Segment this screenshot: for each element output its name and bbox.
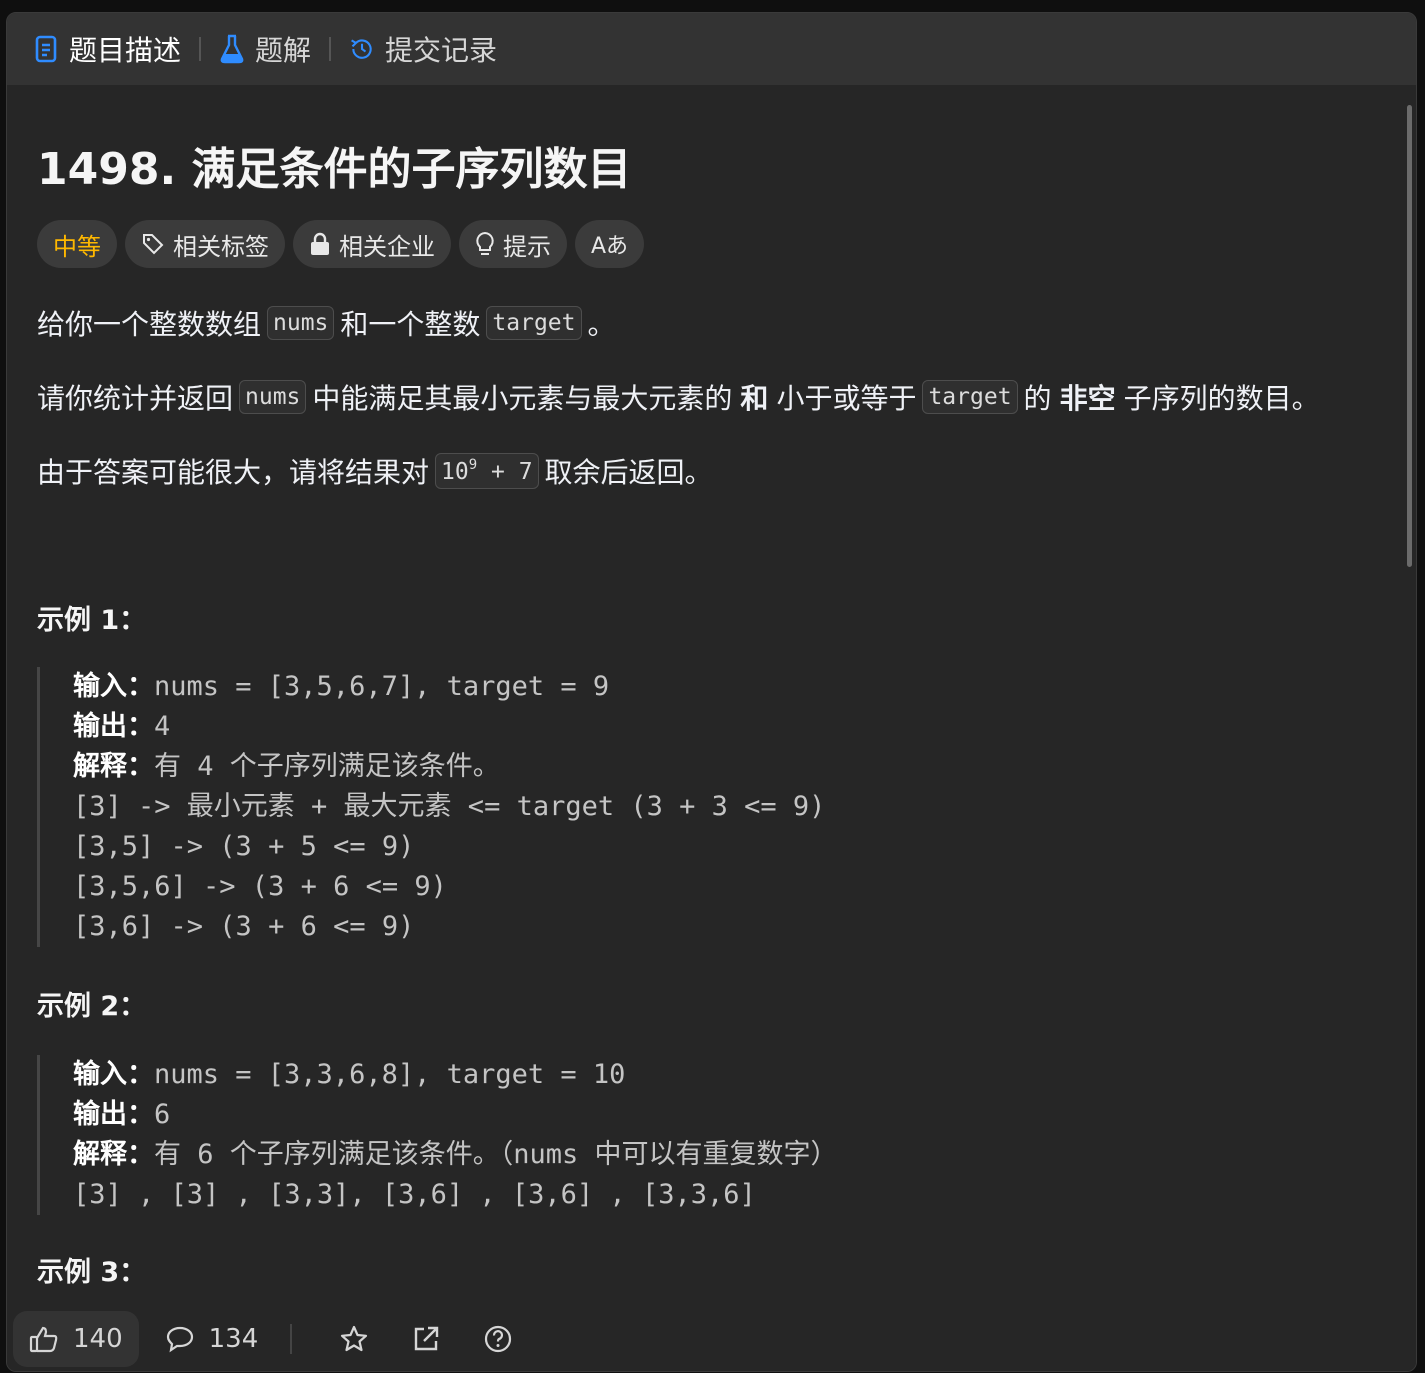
chip-label: 相关企业: [339, 232, 435, 261]
input-value: nums = [3,3,6,8], target = 10: [154, 1059, 626, 1090]
external-link-icon: [415, 1326, 439, 1351]
text: 的: [1023, 382, 1052, 415]
inline-code: 109 + 7: [435, 453, 539, 489]
flask-icon: [219, 34, 245, 64]
example-explanation: 解释：有 6 个子序列满足该条件。（nums 中可以有重复数字）: [73, 1135, 838, 1175]
example-2-block: 输入：nums = [3,3,6,8], target = 10 输出：6 解释…: [37, 1055, 838, 1215]
thumbs-up-icon: [29, 1326, 58, 1353]
example-1-block: 输入：nums = [3,5,6,7], target = 9 输出：4 解释：…: [37, 667, 825, 947]
like-count: 140: [73, 1324, 123, 1354]
favorite-button[interactable]: [330, 1324, 378, 1354]
code-rest: + 7: [477, 459, 533, 485]
difficulty-badge: 中等: [37, 220, 117, 268]
example-input: 输入：nums = [3,5,6,7], target = 9: [73, 667, 825, 707]
tab-description[interactable]: 题目描述: [33, 29, 181, 69]
tab-solutions[interactable]: 题解: [219, 29, 311, 69]
input-value: nums = [3,5,6,7], target = 9: [154, 671, 610, 702]
example-1-heading: 示例 1：: [37, 605, 147, 636]
code-base: 10: [441, 459, 469, 485]
document-icon: [33, 34, 59, 64]
text: 和一个整数: [340, 308, 481, 341]
explain-label: 解释：: [73, 751, 154, 782]
star-icon: [341, 1325, 368, 1352]
text: 。: [587, 308, 616, 341]
tab-label: 题目描述: [69, 34, 182, 67]
example-line: [3] , [3] , [3,3], [3,6] , [3,6] , [3,3,…: [73, 1179, 756, 1210]
tag-chips: 中等 相关标签 相关企业 提示 Aあ: [37, 220, 645, 268]
description-para-3: 由于答案可能很大，请将结果对 109 + 7 取余后返回。: [37, 451, 713, 491]
footer-divider: [290, 1324, 293, 1354]
translate-icon: Aあ: [591, 234, 629, 259]
text: 由于答案可能很大，请将结果对: [37, 456, 430, 489]
example-line: [3,5,6] -> (3 + 6 <= 9): [73, 871, 447, 902]
chip-label: 相关标签: [173, 232, 269, 261]
problem-panel: 题目描述 题解 提交记录 1498. 满足条件的子序列数目 中等 相关标签 相关…: [6, 12, 1417, 1372]
hints-button[interactable]: 提示: [459, 220, 567, 268]
inline-code: target: [486, 306, 582, 340]
tab-submissions[interactable]: 提交记录: [349, 29, 497, 69]
comments-button[interactable]: 134: [165, 1324, 259, 1354]
bold-text: 和: [740, 382, 769, 415]
chip-label: 提示: [503, 232, 551, 261]
text: 取余后返回。: [544, 456, 713, 489]
example-line: [3,6] -> (3 + 6 <= 9): [73, 911, 415, 942]
explain-value: 有 4 个子序列满足该条件。: [154, 751, 500, 782]
example-3-heading: 示例 3：: [37, 1257, 147, 1288]
text: 给你一个整数数组: [37, 308, 262, 341]
code-exponent: 9: [468, 457, 478, 473]
explain-label: 解释：: [73, 1139, 154, 1170]
explain-value: 有 6 个子序列满足该条件。（nums 中可以有重复数字）: [154, 1139, 838, 1170]
description-para-1: 给你一个整数数组 nums 和一个整数 target 。: [37, 303, 616, 343]
footer-toolbar: 140 134: [7, 1307, 1416, 1371]
input-label: 输入：: [73, 1059, 154, 1090]
question-circle-icon: [485, 1325, 512, 1353]
output-label: 输出：: [73, 1099, 154, 1130]
related-tags-button[interactable]: 相关标签: [125, 220, 285, 268]
output-label: 输出：: [73, 711, 154, 742]
history-icon: [349, 34, 375, 64]
bold-text: 非空: [1059, 382, 1116, 415]
tab-divider: [329, 37, 332, 61]
text: 子序列的数目。: [1123, 382, 1320, 415]
like-button[interactable]: 140: [13, 1311, 139, 1367]
example-explanation: 解释：有 4 个子序列满足该条件。: [73, 747, 825, 787]
description-para-2: 请你统计并返回 nums 中能满足其最小元素与最大元素的 和 小于或等于 tar…: [37, 377, 1320, 417]
tag-icon: [143, 234, 164, 255]
input-label: 输入：: [73, 671, 154, 702]
inline-code: nums: [239, 380, 307, 414]
text: 小于或等于: [776, 382, 917, 415]
difficulty-label: 中等: [53, 232, 101, 261]
translate-button[interactable]: Aあ: [575, 220, 645, 268]
related-companies-button[interactable]: 相关企业: [293, 220, 451, 268]
text: 请你统计并返回: [37, 382, 234, 415]
tab-bar: 题目描述 题解 提交记录: [7, 13, 1416, 85]
output-value: 4: [154, 711, 171, 742]
example-2-heading: 示例 2：: [37, 991, 147, 1022]
comment-count: 134: [208, 1324, 259, 1354]
inline-code: target: [922, 380, 1018, 414]
example-output: 输出：6: [73, 1095, 838, 1135]
text: 中能满足其最小元素与最大元素的: [312, 382, 733, 415]
tab-label: 提交记录: [385, 34, 498, 67]
example-output: 输出：4: [73, 707, 825, 747]
tab-label: 题解: [255, 34, 312, 67]
share-button[interactable]: [402, 1324, 450, 1354]
lightbulb-icon: [476, 231, 494, 255]
page-title: 1498. 满足条件的子序列数目: [37, 144, 632, 195]
inline-code: nums: [267, 306, 335, 340]
lock-icon: [311, 232, 329, 255]
comment-icon: [166, 1326, 193, 1353]
example-line: [3,5] -> (3 + 5 <= 9): [73, 831, 415, 862]
example-line: [3] -> 最小元素 + 最大元素 <= target (3 + 3 <= 9…: [73, 791, 826, 822]
scrollbar[interactable]: [1407, 105, 1412, 567]
output-value: 6: [154, 1099, 171, 1130]
example-input: 输入：nums = [3,3,6,8], target = 10: [73, 1055, 838, 1095]
help-button[interactable]: [474, 1324, 522, 1354]
tab-divider: [199, 37, 202, 61]
